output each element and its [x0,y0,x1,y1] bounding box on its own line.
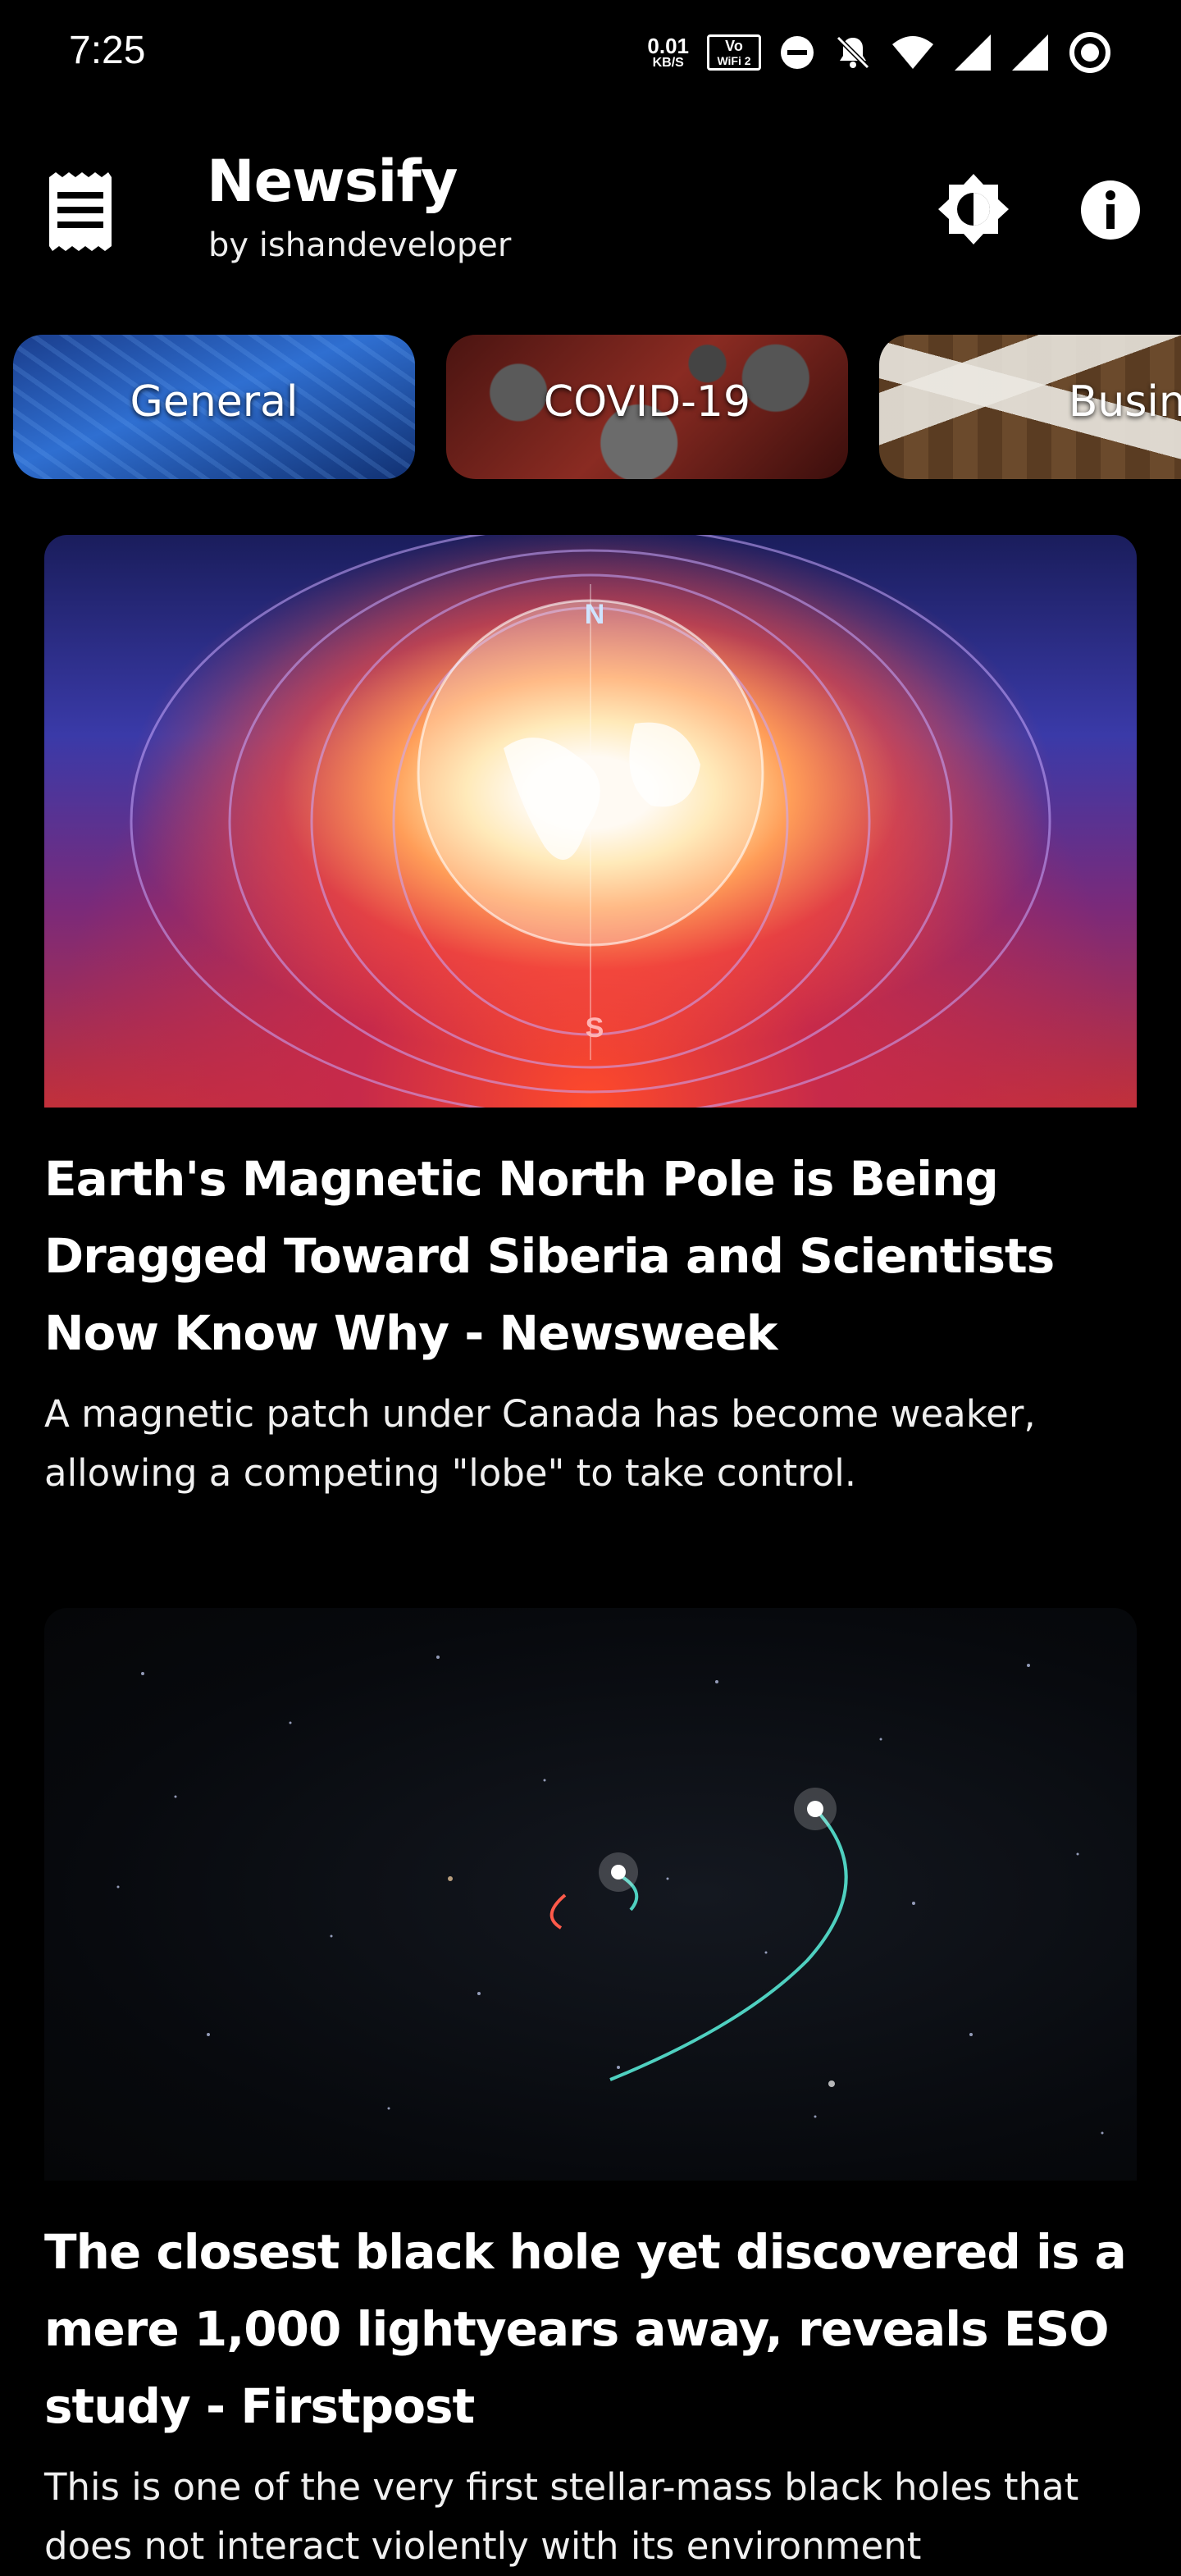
article-image[interactable]: N S [44,535,1137,1108]
signal-icon [955,34,991,71]
app-bar: Newsify by ishandeveloper [0,131,1181,287]
menu-icon [49,172,112,251]
article-image[interactable] [44,1608,1137,2181]
article-card[interactable]: The closest black hole yet discovered is… [44,1608,1137,2576]
category-general[interactable]: General [13,335,415,479]
category-label: General [130,377,299,427]
status-bar: 7:25 0.01 KB/S Vo WiFi 2 [0,0,1181,98]
category-label: COVID-19 [543,377,751,427]
status-time: 7:25 [69,29,146,72]
app-title: Newsify [207,148,458,215]
category-covid-19[interactable]: COVID-19 [446,335,848,479]
info-icon [1081,180,1140,240]
data-saver-icon [781,36,814,69]
notifications-off-icon [836,35,870,70]
category-chips: General COVID-19 Business [13,335,1181,479]
info-button[interactable] [1079,179,1142,241]
category-label: Business [1068,377,1181,427]
south-pole-label: S [586,1012,604,1044]
wifi-icon [892,36,933,69]
network-speed-value: 0.01 [647,34,689,58]
black-hole-illustration [116,1656,1104,2135]
vowifi-label-top: Vo [725,38,743,54]
vowifi-label-bottom: WiFi 2 [717,54,751,67]
network-speed-unit: KB/S [652,56,684,70]
status-icons: 0.01 KB/S Vo WiFi 2 [647,28,1112,77]
article-title[interactable]: The closest black hole yet discovered is… [44,2213,1137,2445]
app-subtitle: by ishandeveloper [208,226,512,264]
signal-icon [1012,34,1048,71]
article-description: A magnetic patch under Canada has become… [44,1392,1036,1495]
theme-toggle-button[interactable] [937,172,1010,246]
vowifi-icon: Vo WiFi 2 [707,34,761,71]
brightness-icon [938,174,1009,244]
article-description: This is one of the very first stellar-ma… [44,2465,1079,2568]
magnetic-field-illustration: N S [130,535,1051,1108]
article-title[interactable]: Earth's Magnetic North Pole is Being Dra… [44,1140,1137,1372]
sync-icon [1069,32,1110,73]
menu-button[interactable] [46,172,115,251]
north-pole-label: N [585,599,605,630]
article-card[interactable]: N S Earth's Magnetic North Pole is Being… [44,535,1137,1503]
network-speed: 0.01 KB/S [647,35,689,70]
category-business[interactable]: Business [879,335,1181,479]
